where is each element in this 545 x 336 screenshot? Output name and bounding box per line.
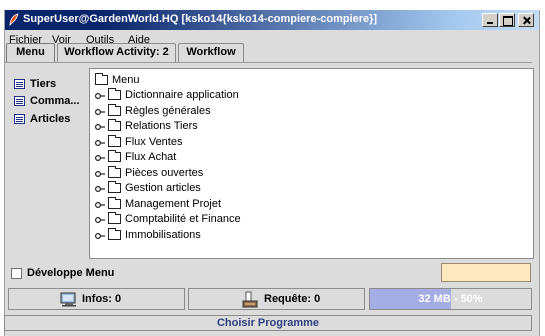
sidebar-item-label: Tiers	[30, 78, 57, 90]
tree-node-label: Comptabilité et Finance	[125, 213, 241, 225]
expand-key-icon[interactable]	[95, 232, 105, 240]
tab-workflow-activity[interactable]: Workflow Activity: 2	[57, 43, 176, 62]
tree-node-label: Dictionnaire application	[125, 89, 239, 101]
tree-root-label: Menu	[112, 74, 140, 86]
tree-node-label: Flux Ventes	[125, 135, 183, 148]
folder-icon	[108, 103, 121, 116]
window-icon	[14, 114, 25, 124]
app-logo-icon	[9, 13, 19, 26]
expand-key-icon[interactable]	[95, 216, 105, 224]
status-bar: Infos: 0 Requête: 0 32 MB - 50%	[8, 288, 532, 310]
title-bar[interactable]: SuperUser@GardenWorld.HQ [ksko14{ksko14-…	[5, 10, 539, 30]
choose-program-bar[interactable]: Choisir Programme	[4, 315, 532, 331]
expand-menu-label: Développe Menu	[27, 267, 115, 279]
minimize-button[interactable]	[482, 13, 498, 27]
folder-icon	[108, 212, 121, 224]
expand-key-icon[interactable]	[95, 170, 105, 178]
folder-icon	[108, 227, 121, 240]
requests-icon	[242, 291, 258, 308]
folder-icon	[108, 165, 121, 178]
maximize-button[interactable]	[499, 13, 515, 27]
tree-node-label: Gestion articles	[125, 182, 201, 194]
expand-key-icon[interactable]	[95, 108, 105, 116]
folder-icon	[108, 150, 121, 162]
expand-key-icon[interactable]	[95, 123, 105, 131]
tree-node-label: Immobilisations	[125, 228, 201, 241]
tree-node-label: Management Projet	[125, 197, 221, 210]
sidebar-item-label: Comma...	[30, 95, 80, 107]
menu-tree[interactable]: Menu Dictionnaire application Règles géné…	[89, 68, 534, 259]
memory-indicator[interactable]: 32 MB - 50%	[369, 288, 532, 310]
requests-label: Requête: 0	[264, 293, 321, 305]
tree-node-label: Pièces ouvertes	[125, 166, 204, 179]
monitor-icon	[60, 292, 76, 307]
requests-button[interactable]: Requête: 0	[188, 288, 365, 310]
folder-icon	[95, 73, 108, 85]
sidebar-item-label: Articles	[30, 113, 71, 125]
tab-divider	[4, 62, 532, 63]
infos-label: Infos: 0	[82, 293, 122, 305]
tab-workflow[interactable]: Workflow	[178, 43, 244, 62]
window-icon	[14, 79, 25, 89]
infos-button[interactable]: Infos: 0	[8, 288, 185, 310]
expand-key-icon[interactable]	[95, 185, 105, 193]
folder-icon	[108, 88, 121, 100]
folder-icon	[108, 181, 121, 193]
close-button[interactable]	[518, 13, 534, 27]
expand-key-icon[interactable]	[95, 139, 105, 147]
tab-menu[interactable]: Menu	[6, 43, 55, 63]
tree-node-label: Flux Achat	[125, 151, 177, 163]
expand-key-icon[interactable]	[95, 154, 105, 162]
expand-menu-checkbox[interactable]	[11, 268, 22, 279]
tree-node-label: Règles générales	[125, 104, 211, 117]
folder-icon	[108, 119, 121, 131]
window-icon	[14, 96, 25, 106]
lookup-field[interactable]	[441, 263, 531, 282]
window-title: SuperUser@GardenWorld.HQ [ksko14{ksko14-…	[23, 13, 378, 25]
memory-label: 32 MB - 50%	[418, 293, 483, 305]
expand-key-icon[interactable]	[95, 201, 105, 209]
folder-icon	[108, 134, 121, 147]
folder-icon	[108, 196, 121, 209]
expand-key-icon[interactable]	[95, 92, 105, 100]
tree-node-label: Relations Tiers	[125, 120, 198, 132]
